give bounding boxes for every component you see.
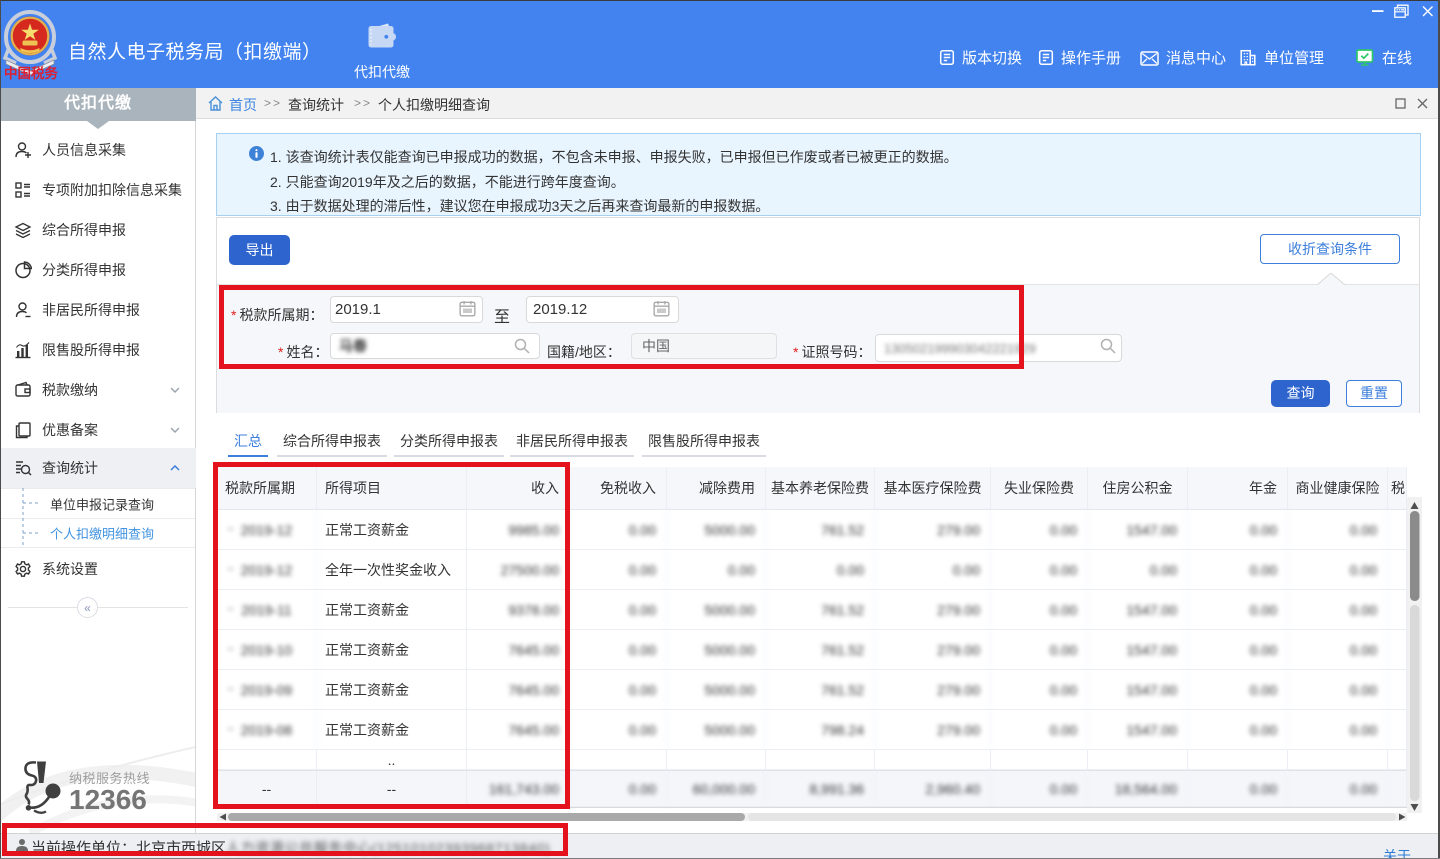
svg-text:中国税务: 中国税务: [4, 65, 58, 80]
